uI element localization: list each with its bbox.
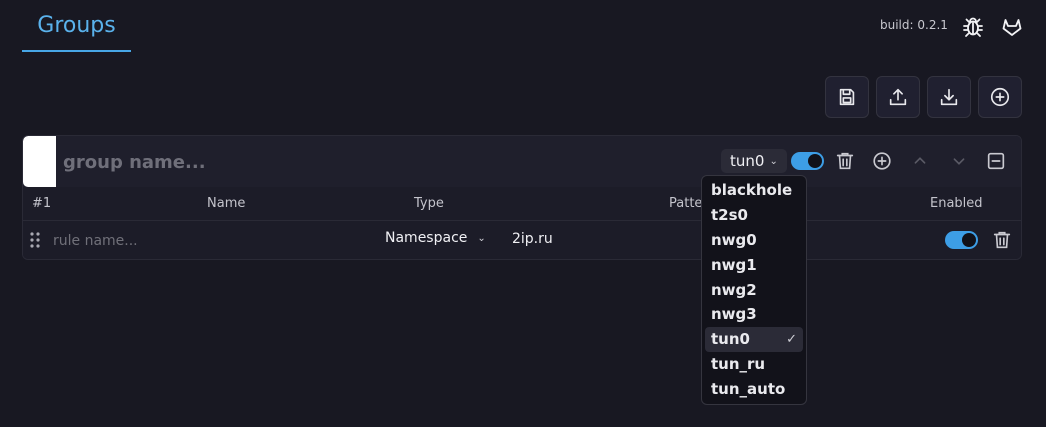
upload-icon bbox=[889, 88, 907, 106]
option-label: tun_auto bbox=[711, 379, 786, 398]
option-label: tun_ru bbox=[711, 354, 766, 373]
save-button[interactable] bbox=[825, 76, 869, 118]
collapse-icon[interactable] bbox=[985, 150, 1007, 172]
dropdown-option-nwg1[interactable]: nwg1 bbox=[705, 252, 803, 277]
chevron-down-icon: ⌄ bbox=[769, 155, 778, 167]
dropdown-option-tun0[interactable]: tun0 ✓ bbox=[705, 326, 803, 352]
dropdown-option-nwg0[interactable]: nwg0 bbox=[705, 228, 803, 253]
upload-button[interactable] bbox=[876, 76, 920, 118]
drag-handle-icon[interactable] bbox=[29, 231, 41, 249]
chevron-down-icon: ⌄ bbox=[477, 232, 486, 244]
dropdown-option-nwg3[interactable]: nwg3 bbox=[705, 302, 803, 327]
option-label: t2s0 bbox=[711, 206, 748, 225]
rule-pattern-value[interactable]: 2ip.ru bbox=[512, 231, 553, 247]
dropdown-option-nwg2[interactable]: nwg2 bbox=[705, 277, 803, 302]
move-down-icon[interactable] bbox=[948, 150, 970, 172]
option-label: nwg3 bbox=[711, 305, 757, 324]
build-version: build: 0.2.1 bbox=[880, 18, 948, 32]
download-button[interactable] bbox=[927, 76, 971, 118]
option-label: tun0 bbox=[711, 330, 750, 349]
checkmark-icon: ✓ bbox=[786, 331, 797, 347]
column-header-name: Name bbox=[207, 196, 246, 211]
option-label: nwg0 bbox=[711, 230, 757, 249]
dropdown-option-tun-ru[interactable]: tun_ru bbox=[705, 352, 803, 377]
rule-type-select[interactable]: Namespace ⌄ bbox=[385, 230, 486, 246]
column-header-type: Type bbox=[414, 196, 444, 211]
add-circle-icon bbox=[990, 87, 1010, 107]
column-header-enabled: Enabled bbox=[930, 196, 983, 211]
option-label: blackhole bbox=[711, 181, 793, 200]
add-group-button[interactable] bbox=[978, 76, 1022, 118]
delete-group-icon[interactable] bbox=[834, 150, 856, 172]
dropdown-option-tun-auto[interactable]: tun_auto bbox=[705, 376, 803, 401]
option-label: nwg2 bbox=[711, 280, 757, 299]
delete-rule-icon[interactable] bbox=[991, 229, 1013, 251]
option-label: nwg1 bbox=[711, 255, 757, 274]
tab-groups[interactable]: Groups bbox=[22, 0, 131, 52]
column-header-pattern: Patte bbox=[669, 196, 703, 211]
interface-select[interactable]: tun0 ⌄ bbox=[721, 149, 787, 173]
group-enabled-toggle[interactable] bbox=[791, 152, 824, 170]
dropdown-option-blackhole[interactable]: blackhole bbox=[705, 178, 803, 203]
group-header: tun0 ⌄ bbox=[23, 136, 1021, 187]
gitlab-icon[interactable] bbox=[1000, 15, 1024, 39]
save-icon bbox=[839, 88, 855, 106]
rule-type-value: Namespace bbox=[385, 230, 468, 246]
table-row: Namespace ⌄ 2ip.ru bbox=[23, 220, 1021, 259]
add-rule-icon[interactable] bbox=[871, 150, 893, 172]
group-card: tun0 ⌄ #1 Name Type Patte Enabled bbox=[22, 135, 1022, 260]
column-header-index: #1 bbox=[32, 196, 52, 211]
tab-groups-label: Groups bbox=[37, 12, 116, 38]
group-name-input[interactable] bbox=[63, 146, 483, 178]
download-icon bbox=[940, 88, 958, 106]
group-color-swatch[interactable] bbox=[23, 136, 56, 187]
interface-select-value: tun0 bbox=[730, 152, 765, 170]
move-up-icon[interactable] bbox=[909, 150, 931, 172]
interface-dropdown: blackhole t2s0 nwg0 nwg1 nwg2 nwg3 tun0 … bbox=[701, 175, 807, 405]
bug-icon[interactable] bbox=[961, 15, 985, 39]
rule-name-input[interactable] bbox=[53, 229, 353, 253]
rule-enabled-toggle[interactable] bbox=[945, 231, 978, 249]
dropdown-option-t2s0[interactable]: t2s0 bbox=[705, 203, 803, 228]
